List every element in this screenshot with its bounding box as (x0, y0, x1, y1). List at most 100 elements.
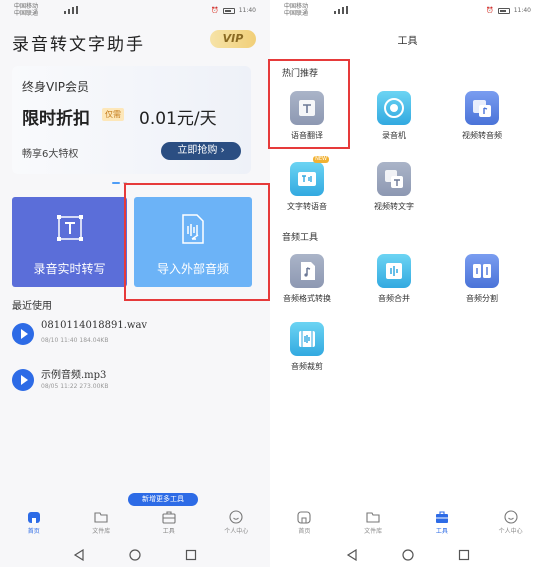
file-meta: 08/10 11:40 184.04KB (41, 337, 109, 344)
home-icon (27, 512, 40, 523)
audio-merge-icon (377, 254, 411, 288)
nav-files-label: 文件库 (364, 528, 383, 535)
new-badge: NEW (313, 156, 329, 163)
home-circle-icon[interactable] (129, 549, 141, 561)
back-icon[interactable] (346, 549, 358, 561)
tool-label: 音频分割 (466, 294, 498, 303)
tool-label: 文字转语音 (287, 202, 327, 211)
carrier-2: 中国联通 (14, 10, 39, 17)
nav-tools[interactable]: 工具 (144, 510, 194, 535)
nav-profile-label: 个人中心 (498, 528, 523, 535)
vip-promo-card[interactable]: 终身VIP会员 限时折扣 仅需 0.01元/天 畅享6大特权 立即抢购 › (12, 66, 251, 174)
vip-member-title: 终身VIP会员 (22, 80, 89, 94)
audio-split-icon (465, 254, 499, 288)
vip-price-tag: 仅需 (102, 108, 124, 121)
tool-label: 视频转音频 (462, 131, 502, 140)
recorder-icon (377, 91, 411, 125)
tool-audio-split[interactable]: 音频分割 (447, 254, 517, 304)
file-name: 0810114018891.wav (41, 320, 148, 331)
vip-badge-button[interactable]: VIP (210, 30, 256, 48)
carrier-2: 中国联通 (284, 10, 309, 17)
battery-icon (222, 7, 235, 14)
realtime-transcribe-button[interactable]: 录音实时转写 (12, 197, 127, 287)
nav-tools-label: 工具 (162, 528, 175, 535)
chevron-right-icon: › (220, 145, 225, 156)
tool-audio-trim[interactable]: 音频裁剪 (272, 322, 342, 372)
profile-icon (504, 510, 518, 524)
carrier-1: 中国移动 (284, 3, 309, 10)
home-icon (297, 511, 311, 524)
realtime-transcribe-label: 录音实时转写 (33, 262, 106, 276)
carrier-info: 中国移动 中国联通 (14, 3, 38, 17)
clock: 11:40 (238, 7, 256, 14)
text-to-speech-icon: NEW (290, 156, 329, 196)
play-icon[interactable] (12, 323, 34, 345)
buy-now-button[interactable]: 立即抢购 › (161, 142, 241, 160)
recents-icon[interactable] (185, 549, 197, 561)
clock: 11:40 (513, 7, 531, 14)
nav-files[interactable]: 文件库 (348, 510, 398, 535)
tool-label: 录音机 (382, 131, 406, 140)
text-frame-icon (56, 215, 83, 241)
home-circle-icon[interactable] (401, 549, 414, 561)
audio-trim-icon (290, 322, 324, 356)
file-meta: 08/05 11:22 273.00KB (41, 383, 109, 390)
toolbox-icon (162, 511, 176, 524)
nav-files-label: 文件库 (92, 528, 111, 535)
tool-video-to-audio[interactable]: 视频转音频 (447, 91, 517, 141)
recent-file-row[interactable]: 示例音频.mp3 08/05 11:22 273.00KB (12, 366, 252, 396)
signal-icon (334, 6, 348, 14)
back-icon[interactable] (73, 549, 85, 561)
vip-benefits: 畅享6大特权 (22, 149, 79, 160)
nav-tools[interactable]: 工具 (417, 510, 467, 535)
nav-home[interactable]: 首页 (9, 510, 59, 535)
tool-audio-convert[interactable]: 音频格式转换 (272, 254, 342, 304)
tool-text-to-speech[interactable]: NEW 文字转语音 (272, 156, 342, 212)
carrier-info: 中国移动 中国联通 (284, 3, 308, 17)
recents-icon[interactable] (458, 549, 470, 561)
nav-profile[interactable]: 个人中心 (486, 510, 536, 535)
nav-profile[interactable]: 个人中心 (211, 510, 261, 535)
tool-label: 音频合并 (378, 294, 410, 303)
system-nav-bar (270, 543, 545, 567)
highlight-box-translate (268, 59, 350, 149)
tool-label: 视频转文字 (374, 202, 414, 211)
status-bar: 中国移动 中国联通 ⏰ 11:40 (270, 0, 545, 22)
alarm-icon: ⏰ (211, 7, 219, 14)
nav-files[interactable]: 文件库 (76, 510, 126, 535)
page-title: 工具 (397, 36, 418, 47)
folder-icon (366, 512, 380, 523)
nav-home[interactable]: 首页 (279, 510, 329, 535)
battery-icon (497, 7, 510, 14)
toolbox-icon (435, 511, 448, 523)
recent-file-row[interactable]: 0810114018891.wav 08/10 11:40 184.04KB (12, 320, 252, 350)
video-to-audio-icon (465, 91, 499, 125)
carrier-1: 中国移动 (14, 3, 39, 10)
bottom-nav: 首页 文件库 工具 个人中心 (0, 507, 270, 541)
tool-label: 音频裁剪 (291, 362, 323, 371)
nav-home-label: 首页 (298, 528, 311, 535)
tool-label: 音频格式转换 (283, 294, 331, 303)
buy-now-label: 立即抢购 (177, 145, 218, 156)
signal-icon (64, 6, 78, 14)
more-tools-tooltip: 新增更多工具 (128, 493, 198, 506)
app-title: 录音转文字助手 (12, 35, 145, 55)
highlight-box-import (124, 183, 270, 301)
audio-convert-icon (290, 254, 324, 288)
play-icon[interactable] (12, 369, 34, 391)
system-nav-bar (0, 543, 270, 567)
file-name: 示例音频.mp3 (41, 370, 107, 381)
audio-section-title: 音频工具 (282, 233, 319, 243)
nav-profile-label: 个人中心 (224, 528, 249, 535)
bottom-nav: 首页 文件库 工具 个人中心 (270, 507, 545, 541)
video-to-text-icon (377, 162, 411, 196)
tool-audio-merge[interactable]: 音频合并 (359, 254, 429, 304)
alarm-icon: ⏰ (486, 7, 494, 14)
tool-recorder[interactable]: 录音机 (359, 91, 429, 141)
vip-price: 0.01元/天 (139, 109, 217, 129)
tool-video-to-text[interactable]: 视频转文字 (359, 162, 429, 212)
profile-icon (229, 510, 243, 524)
vip-promo-text: 限时折扣 (22, 109, 90, 129)
nav-home-label: 首页 (27, 528, 40, 535)
folder-icon (94, 512, 108, 523)
